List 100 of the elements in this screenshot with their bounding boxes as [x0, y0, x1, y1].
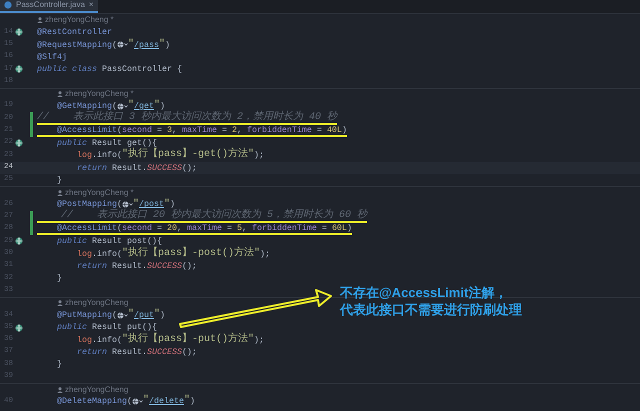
annotation-text: @AccessLimit: [56, 126, 117, 134]
string-literal: ": [154, 101, 160, 112]
change-marker[interactable]: [30, 210, 32, 224]
code-comment: // 表示此接口 3 秒内最大访问次数为 2，禁用时长为 40 秒: [37, 112, 338, 123]
string-literal: ": [184, 396, 190, 406]
code-text: (: [116, 200, 122, 209]
constant-name: SUCCESS: [146, 164, 182, 172]
change-marker[interactable]: [30, 124, 32, 137]
code-text: );: [254, 151, 264, 160]
keyword-text: public: [56, 237, 88, 246]
code-text: =: [226, 224, 233, 232]
code-text: Result.: [112, 262, 147, 270]
string-literal: "执行【pass】-post()方法": [122, 248, 260, 259]
globe-chevron-icon[interactable]: [122, 201, 133, 208]
globe-icon[interactable]: [15, 28, 23, 36]
code-text: ): [342, 126, 347, 134]
code-text: Result.: [112, 348, 147, 356]
globe-chevron-icon[interactable]: [116, 41, 128, 48]
field-name: log: [76, 151, 92, 160]
parameter-name: maxTime: [186, 224, 222, 232]
string-literal: ": [158, 40, 165, 50]
annotation-text: @RestController: [37, 28, 112, 37]
string-literal: ": [128, 40, 134, 50]
author-hint[interactable]: zhengYongCheng *: [65, 188, 134, 197]
number-literal: 5: [236, 224, 242, 232]
code-text: ): [160, 311, 165, 320]
change-marker[interactable]: [30, 112, 32, 125]
user-icon: [37, 17, 43, 24]
constant-name: SUCCESS: [146, 262, 182, 270]
author-hint[interactable]: zhengYongCheng: [65, 386, 128, 394]
code-text: ): [190, 397, 195, 406]
string-literal: ": [164, 200, 170, 210]
author-hint[interactable]: zhengYongCheng *: [45, 16, 114, 24]
author-hint[interactable]: zhengYongCheng *: [65, 90, 134, 98]
code-text: =: [320, 224, 328, 232]
code-text: ): [160, 102, 165, 110]
field-name: log: [76, 250, 92, 258]
string-literal: "执行【pass】-put()方法": [122, 334, 254, 345]
annotation-text: @RequestMapping: [37, 40, 112, 49]
code-text: }: [56, 176, 62, 184]
code-text: }: [56, 360, 62, 369]
number-literal: 3: [166, 126, 172, 134]
keyword-text: return: [76, 164, 108, 172]
string-literal: ": [132, 200, 139, 210]
user-icon: [57, 300, 63, 306]
globe-chevron-icon[interactable]: [116, 102, 128, 110]
code-text: ,: [242, 224, 248, 232]
string-literal: ": [128, 310, 134, 320]
annotation-text: @PutMapping: [56, 311, 112, 320]
author-hint[interactable]: zhengYongCheng: [65, 299, 128, 308]
parameter-name: forbiddenTime: [252, 224, 317, 232]
keyword-text: return: [76, 348, 108, 356]
number-literal: 20: [166, 224, 177, 232]
code-text: Result post(){: [92, 237, 162, 246]
code-text: Result.: [112, 164, 147, 172]
globe-icon[interactable]: [15, 237, 23, 246]
globe-icon[interactable]: [15, 139, 23, 148]
globe-chevron-icon[interactable]: [116, 312, 128, 319]
tab-close-button[interactable]: ×: [88, 1, 94, 9]
field-name: log: [76, 336, 92, 344]
code-text: (: [112, 102, 117, 110]
annotation-text: @GetMapping: [56, 102, 112, 110]
code-comment: // 表示此接口 20 秒内最大访问次数为 5，禁用时长为 60 秒: [60, 210, 368, 221]
string-literal: ": [154, 310, 160, 320]
keyword-text: public: [56, 323, 88, 332]
tab-title: PassController.java: [16, 1, 85, 9]
globe-icon[interactable]: [15, 65, 23, 74]
code-text: =: [156, 224, 163, 232]
parameter-name: second: [122, 224, 152, 232]
parameter-name: second: [122, 126, 152, 134]
code-text: ();: [182, 348, 197, 356]
globe-chevron-icon[interactable]: [132, 398, 143, 405]
change-marker[interactable]: [30, 223, 32, 236]
code-text: (: [112, 311, 117, 320]
code-text: .info(: [92, 250, 122, 258]
string-literal: ": [142, 396, 149, 406]
file-tab[interactable]: PassController.java ×: [0, 0, 98, 13]
string-literal: "执行【pass】-get()方法": [122, 150, 254, 160]
globe-icon[interactable]: [15, 324, 23, 332]
code-text: PassController {: [102, 65, 182, 74]
code-text: (: [116, 126, 122, 134]
class-file-icon: [4, 1, 12, 9]
code-text: );: [254, 336, 264, 344]
string-literal: ": [128, 101, 134, 112]
code-text: (: [126, 397, 132, 406]
code-text: ): [170, 200, 175, 209]
annotation-text: @AccessLimit: [56, 224, 117, 232]
callout-text: 不存在@AccessLimit注解，: [340, 284, 508, 301]
number-literal: 40L: [326, 126, 342, 134]
parameter-name: forbiddenTime: [246, 126, 312, 134]
code-text: Result get(){: [92, 138, 157, 148]
code-text: }: [56, 274, 62, 283]
keyword-text: return: [76, 262, 108, 270]
user-icon: [57, 386, 63, 393]
code-text: ,: [176, 224, 183, 232]
code-text: ,: [172, 126, 178, 134]
user-icon: [57, 91, 63, 98]
code-text: .info(: [92, 336, 122, 344]
number-literal: 2: [232, 126, 237, 134]
callout-text: 代表此接口不需要进行防刷处理: [340, 301, 522, 318]
